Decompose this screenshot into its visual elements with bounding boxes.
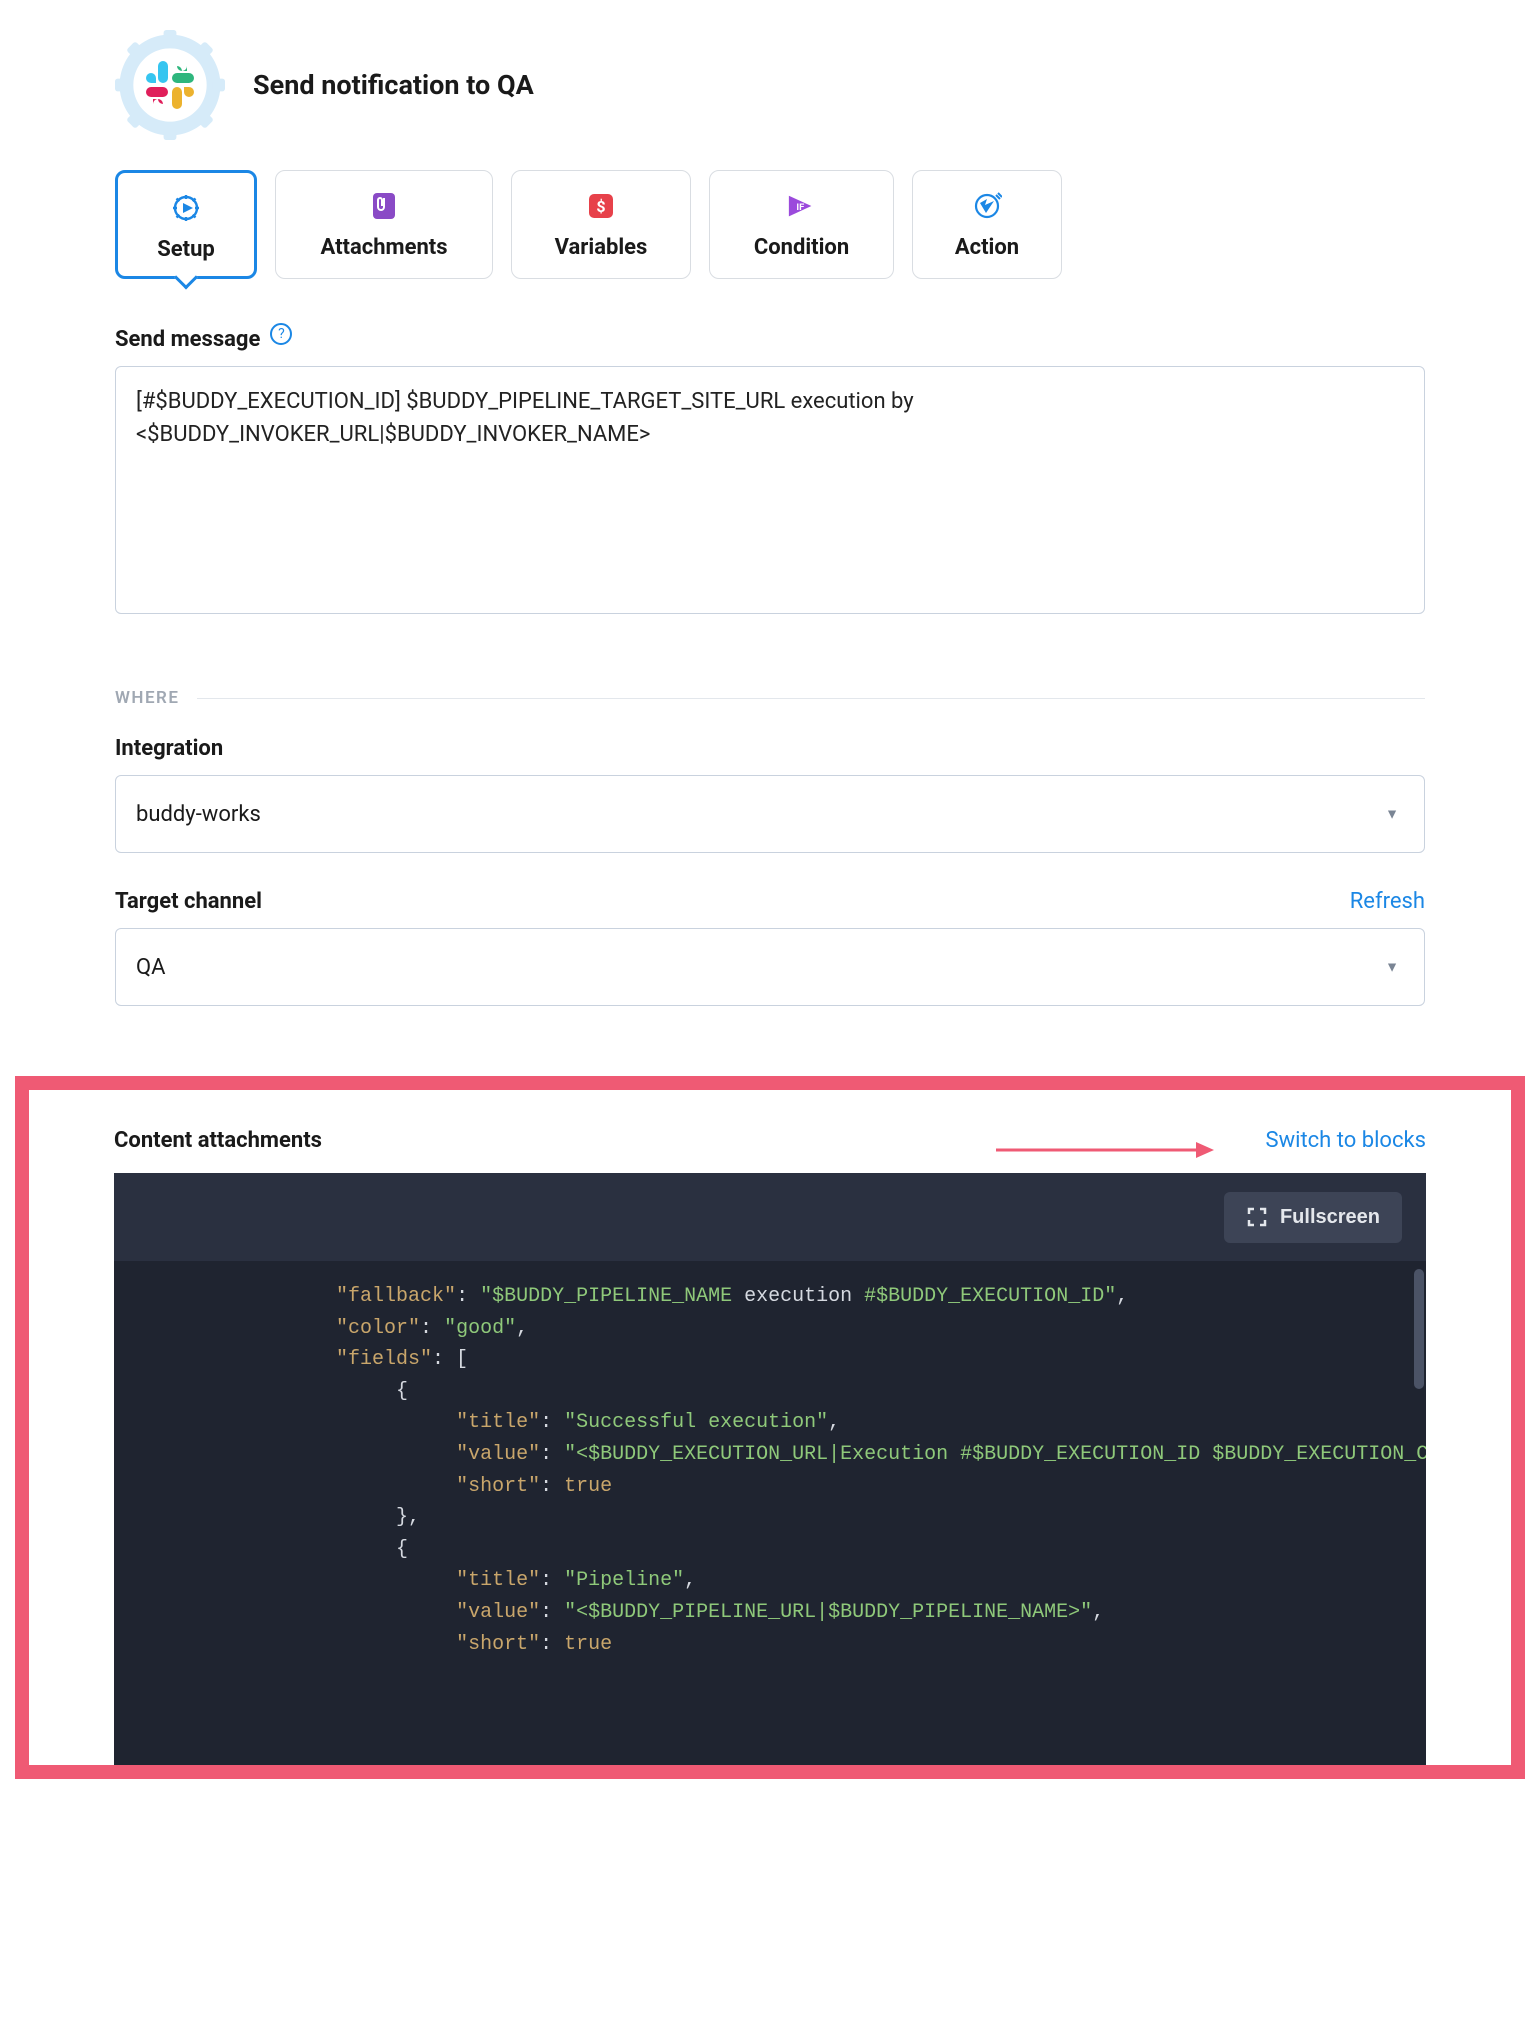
where-divider: WHERE (0, 618, 1540, 736)
code-line: "title": "Pipeline", (114, 1565, 1426, 1597)
scrollbar[interactable] (1412, 1261, 1426, 1765)
code-line: "color": "good", (114, 1313, 1426, 1345)
highlight-frame: Content attachments Switch to blocks (15, 1076, 1525, 1779)
code-line: { (114, 1534, 1426, 1566)
tab-label: Setup (157, 237, 215, 262)
send-message-input[interactable] (115, 366, 1425, 614)
slack-icon (143, 58, 197, 112)
scrollbar-thumb[interactable] (1414, 1269, 1424, 1389)
integration-label: Integration (115, 736, 1425, 761)
tab-label: Condition (754, 235, 849, 260)
code-body[interactable]: "fallback": "$BUDDY_PIPELINE_NAME execut… (114, 1261, 1426, 1765)
send-message-section: Send message ? (0, 327, 1540, 618)
code-toolbar: Fullscreen (114, 1173, 1426, 1261)
content-attachments-label: Content attachments (114, 1128, 322, 1153)
target-channel-value: QA (136, 955, 166, 980)
tab-label: Variables (555, 235, 648, 260)
target-channel-label: Target channel (115, 889, 262, 914)
target-channel-select[interactable]: QA (115, 928, 1425, 1006)
code-editor: Fullscreen "fallback": "$BUDDY_PIPELINE_… (114, 1173, 1426, 1765)
tab-label: Attachments (320, 235, 447, 260)
help-icon[interactable]: ? (270, 323, 292, 345)
divider-line (197, 698, 1425, 699)
attachment-icon (369, 191, 399, 221)
tab-row: Setup Attachments $ Variables IF Conditi… (0, 170, 1540, 327)
code-line: }, (114, 1502, 1426, 1534)
action-icon (972, 191, 1002, 221)
code-line: "short": true (114, 1629, 1426, 1661)
page-header: Send notification to QA (0, 30, 1540, 170)
content-attachments-header: Content attachments Switch to blocks (114, 1128, 1426, 1153)
pointer-arrow-icon (996, 1138, 1216, 1162)
code-line: "short": true (114, 1471, 1426, 1503)
page-title: Send notification to QA (253, 69, 534, 101)
refresh-link[interactable]: Refresh (1350, 889, 1425, 914)
send-message-label: Send message (115, 327, 260, 352)
tab-attachments[interactable]: Attachments (275, 170, 493, 279)
code-line: "fallback": "$BUDDY_PIPELINE_NAME execut… (114, 1281, 1426, 1313)
action-gear-icon (115, 30, 225, 140)
page-container: Send notification to QA Setup Attachment… (0, 30, 1540, 1779)
svg-text:$: $ (596, 197, 605, 216)
fullscreen-icon (1246, 1206, 1268, 1228)
where-label: WHERE (115, 688, 179, 708)
code-line: "value": "<$BUDDY_EXECUTION_URL|Executio… (114, 1439, 1426, 1471)
code-line: "value": "<$BUDDY_PIPELINE_URL|$BUDDY_PI… (114, 1597, 1426, 1629)
integration-section: Integration buddy-works ▼ Target channel… (0, 736, 1540, 1006)
fullscreen-button[interactable]: Fullscreen (1224, 1192, 1402, 1243)
svg-text:IF: IF (796, 202, 804, 213)
setup-gear-icon (171, 193, 201, 223)
tab-label: Action (955, 235, 1019, 260)
tab-setup[interactable]: Setup (115, 170, 257, 279)
integration-select[interactable]: buddy-works (115, 775, 1425, 853)
switch-to-blocks-link[interactable]: Switch to blocks (1266, 1128, 1427, 1153)
tab-variables[interactable]: $ Variables (511, 170, 691, 279)
code-line: { (114, 1376, 1426, 1408)
code-line: "title": "Successful execution", (114, 1407, 1426, 1439)
fullscreen-label: Fullscreen (1280, 1206, 1380, 1229)
condition-icon: IF (787, 191, 817, 221)
tab-condition[interactable]: IF Condition (709, 170, 894, 279)
code-line: "fields": [ (114, 1344, 1426, 1376)
integration-value: buddy-works (136, 802, 261, 827)
variables-icon: $ (586, 191, 616, 221)
tab-action[interactable]: Action (912, 170, 1062, 279)
